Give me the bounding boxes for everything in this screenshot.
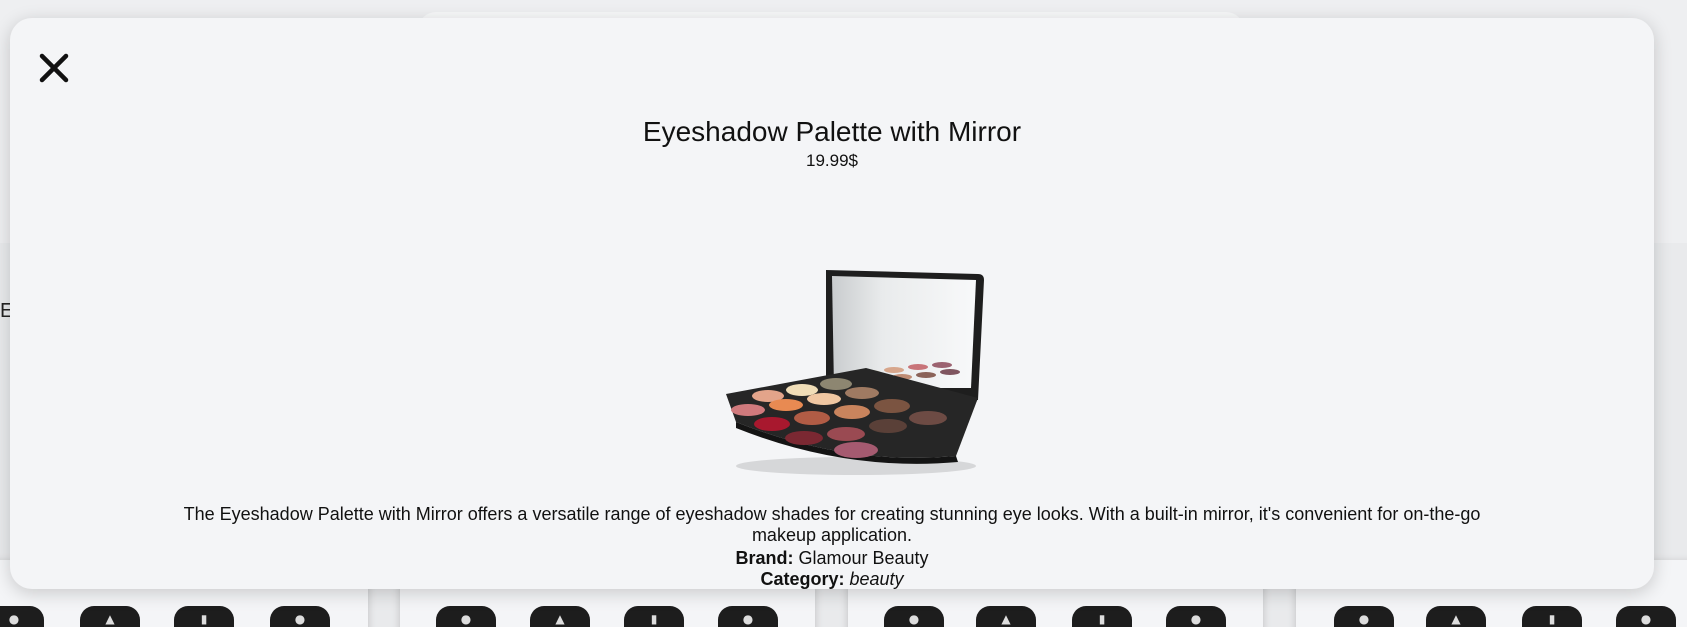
info-icon: ● bbox=[1640, 612, 1652, 626]
bookmark-icon: ▮ bbox=[1098, 612, 1106, 626]
cart-icon: ● bbox=[460, 612, 472, 626]
category-value: beauty bbox=[849, 569, 904, 589]
card-bookmark-button[interactable]: ▮ bbox=[174, 606, 234, 627]
product-description: The Eyeshadow Palette with Mirror offers… bbox=[183, 504, 1481, 545]
bookmark-icon: ▮ bbox=[1548, 612, 1556, 626]
product-image bbox=[726, 270, 984, 475]
info-icon: ● bbox=[1190, 612, 1202, 626]
cart-icon: ● bbox=[908, 612, 920, 626]
bookmark-icon: ▮ bbox=[650, 612, 658, 626]
card-heart-button[interactable]: ▲ bbox=[530, 606, 590, 627]
bookmark-icon: ▮ bbox=[200, 612, 208, 626]
card-cart-button[interactable]: ● bbox=[0, 606, 44, 627]
close-icon bbox=[39, 53, 69, 83]
card-info-button[interactable]: ● bbox=[718, 606, 778, 627]
card-cart-button[interactable]: ● bbox=[436, 606, 496, 627]
cart-icon: ● bbox=[1358, 612, 1370, 626]
info-icon: ● bbox=[294, 612, 306, 626]
close-button[interactable] bbox=[34, 48, 74, 88]
heart-icon: ▲ bbox=[555, 612, 565, 626]
product-category: Category: beauty bbox=[10, 569, 1654, 590]
card-cart-button[interactable]: ● bbox=[884, 606, 944, 627]
info-icon: ● bbox=[742, 612, 754, 626]
card-bookmark-button[interactable]: ▮ bbox=[624, 606, 684, 627]
product-title: Eyeshadow Palette with Mirror bbox=[642, 116, 1022, 147]
cart-icon: ● bbox=[8, 612, 20, 626]
card-heart-button[interactable]: ▲ bbox=[80, 606, 140, 627]
product-detail-modal: Eyeshadow Palette with Mirror 19.99$ The… bbox=[10, 18, 1654, 589]
heart-icon: ▲ bbox=[1451, 612, 1461, 626]
card-info-button[interactable]: ● bbox=[1616, 606, 1676, 627]
brand-label: Brand: bbox=[735, 548, 794, 568]
card-info-button[interactable]: ● bbox=[1166, 606, 1226, 627]
card-bookmark-button[interactable]: ▮ bbox=[1522, 606, 1582, 627]
heart-icon: ▲ bbox=[105, 612, 115, 626]
brand-value: Glamour Beauty bbox=[798, 548, 929, 568]
product-brand: Brand: Glamour Beauty bbox=[10, 548, 1654, 569]
card-heart-button[interactable]: ▲ bbox=[1426, 606, 1486, 627]
heart-icon: ▲ bbox=[1001, 612, 1011, 626]
card-bookmark-button[interactable]: ▮ bbox=[1072, 606, 1132, 627]
card-info-button[interactable]: ● bbox=[270, 606, 330, 627]
card-cart-button[interactable]: ● bbox=[1334, 606, 1394, 627]
product-price: 19.99$ bbox=[806, 151, 858, 170]
card-heart-button[interactable]: ▲ bbox=[976, 606, 1036, 627]
category-label: Category: bbox=[760, 569, 845, 589]
